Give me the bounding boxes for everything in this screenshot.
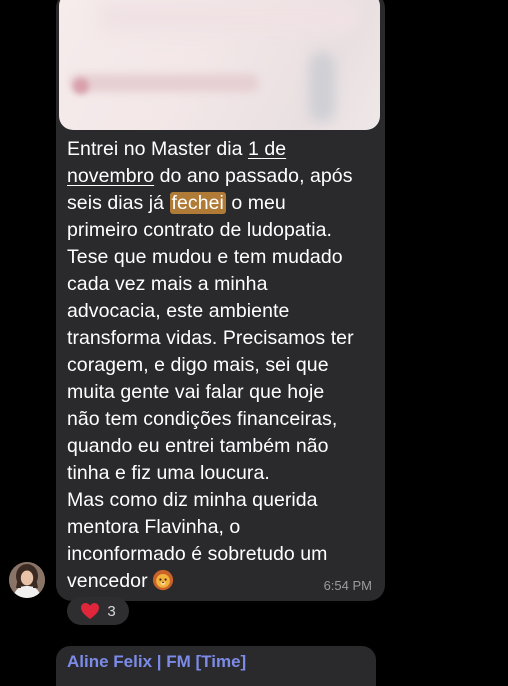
message-line: inconformado é sobretudo um [67, 543, 328, 565]
message-line: primeiro contrato de ludopatia. [67, 219, 332, 241]
message-line: não tem condições financeiras, [67, 408, 338, 430]
message-text: Entrei no Master dia 1 de novembro do an… [67, 136, 377, 595]
date-link[interactable]: 1 de [248, 138, 286, 160]
message-line: vencedor [67, 570, 148, 592]
reaction-count: 3 [107, 602, 116, 620]
avatar-image [9, 562, 45, 598]
message-line: coragem, e digo mais, sei que [67, 354, 329, 376]
message-line: tinha e fiz uma loucura. [67, 462, 270, 484]
heart-icon [81, 603, 100, 619]
message-timestamp: 6:54 PM [323, 578, 372, 593]
message-line: muita gente vai falar que hoje [67, 381, 325, 403]
reaction-pill[interactable]: 3 [67, 597, 129, 625]
message-line: Tese que mudou e tem mudado [67, 246, 343, 268]
message-line: advocacia, este ambiente [67, 300, 290, 322]
message-text-segment: seis dias já [67, 192, 170, 214]
search-highlight: fechei [169, 192, 226, 214]
lion-face-icon [152, 569, 173, 591]
sender-name[interactable]: Aline Felix | FM [Time] [67, 652, 246, 672]
message-line: quando eu entrei também não [67, 435, 329, 457]
message-bubble[interactable]: Entrei no Master dia 1 de novembro do an… [56, 0, 385, 601]
sender-avatar[interactable] [9, 562, 45, 598]
next-message-bubble[interactable]: Aline Felix | FM [Time] [56, 646, 376, 686]
message-text-segment: o meu [225, 192, 286, 214]
message-text-segment: do ano passado, após [154, 165, 353, 187]
blurred-image-preview[interactable] [59, 0, 380, 130]
message-line: transforma vidas. Precisamos ter [67, 327, 354, 349]
message-line: mentora Flavinha, o [67, 516, 241, 538]
message-text-segment: Entrei no Master dia [67, 138, 248, 160]
message-line: Mas como diz minha querida [67, 489, 318, 511]
message-line: cada vez mais a minha [67, 273, 268, 295]
date-link-continued[interactable]: novembro [67, 165, 154, 187]
